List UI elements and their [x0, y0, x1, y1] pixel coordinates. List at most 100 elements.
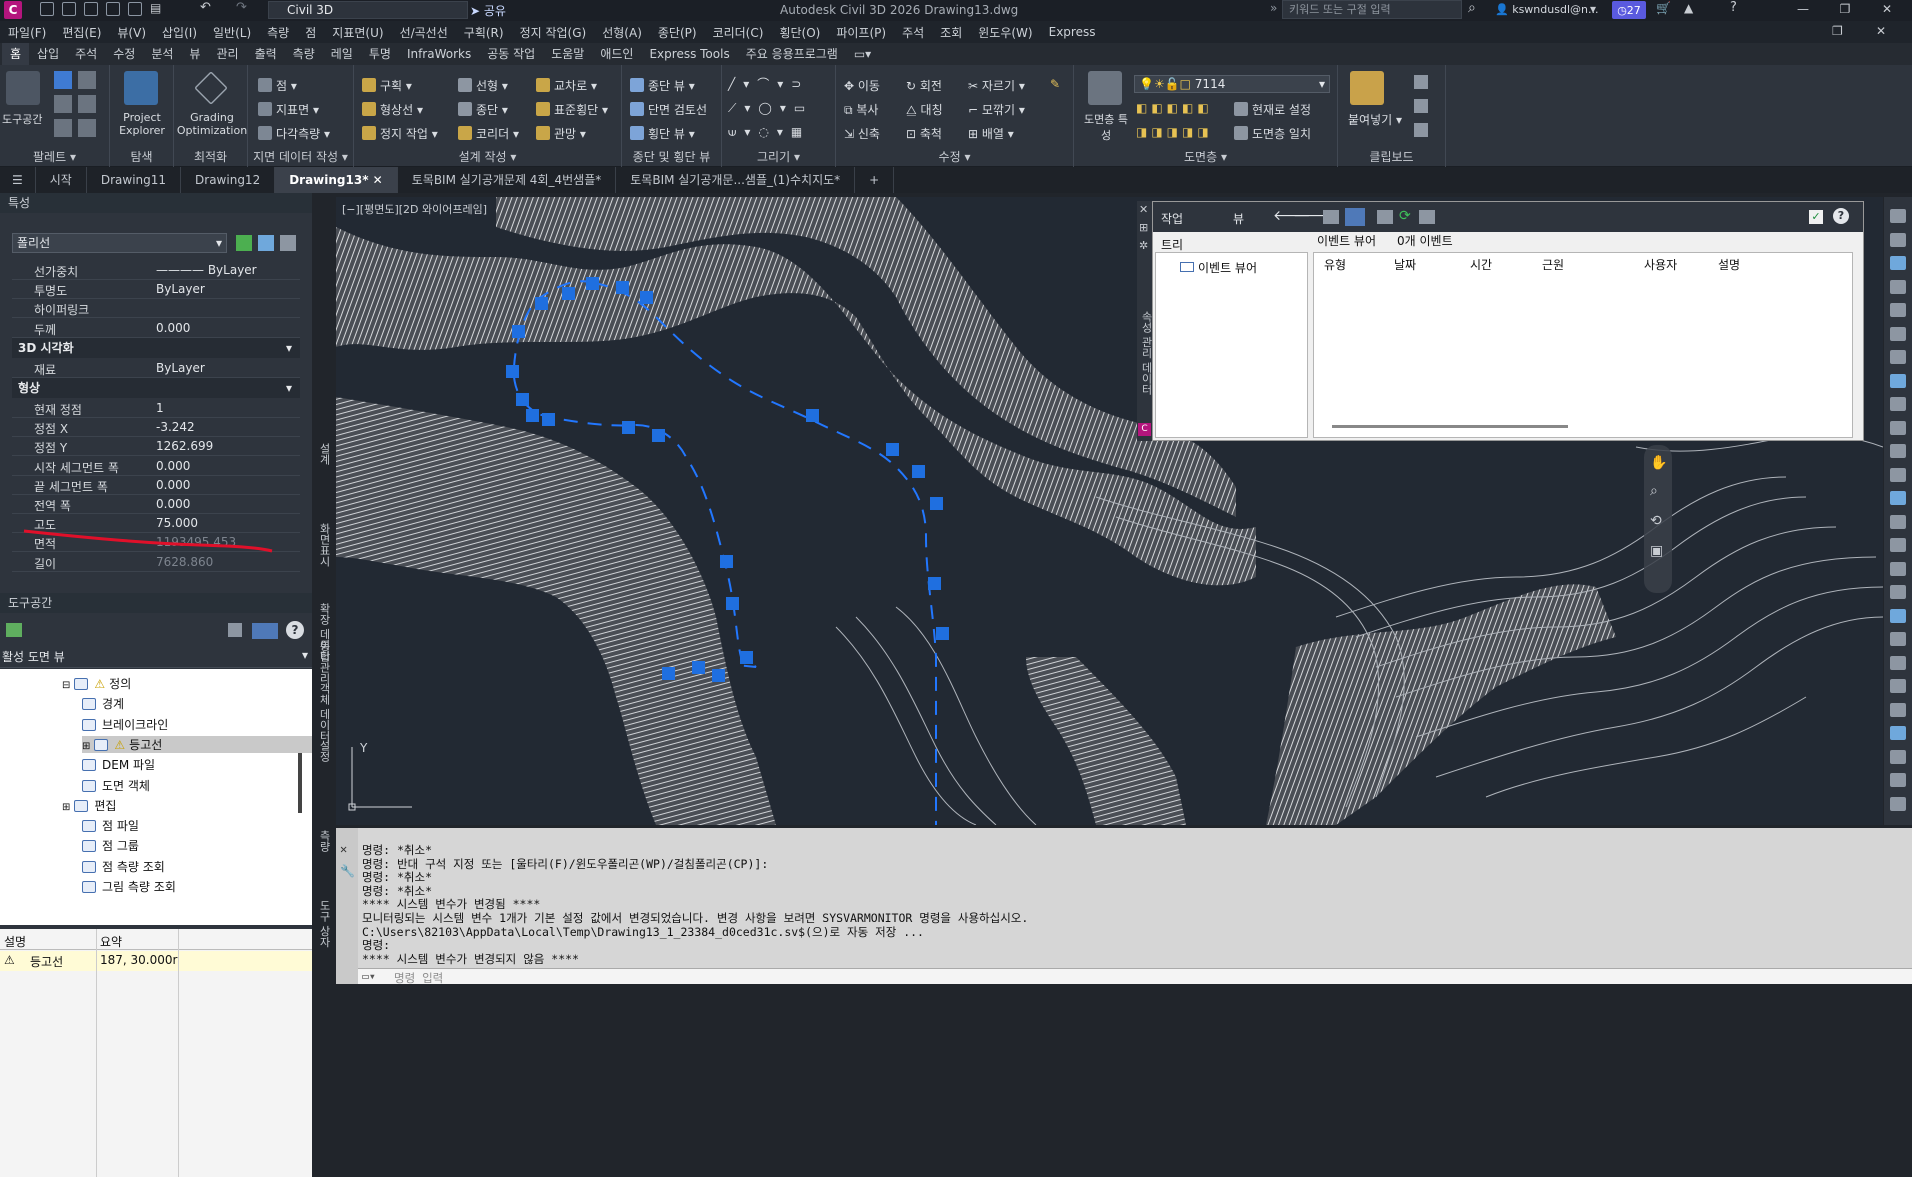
help-icon[interactable]: ?: [1730, 0, 1737, 15]
side-tab[interactable]: 설정: [314, 740, 332, 762]
toolbar-tool-icon[interactable]: [1890, 444, 1906, 458]
menu-item[interactable]: 조회: [940, 24, 962, 41]
menu-item[interactable]: 코리더(C): [713, 24, 764, 41]
expand-icon[interactable]: ⊞: [82, 741, 90, 752]
show-tree-icon[interactable]: [1345, 208, 1365, 226]
side-tab[interactable]: 통합관리: [314, 640, 332, 684]
toolbar-tool-icon[interactable]: [1890, 279, 1906, 294]
event-column-header[interactable]: 근원: [1542, 256, 1564, 273]
property-row[interactable]: 정점 X -3.242: [12, 418, 300, 438]
ribbon-tab[interactable]: 뷰: [181, 43, 208, 65]
search-icon[interactable]: ⌕: [1468, 0, 1476, 16]
minimize-icon[interactable]: —: [1790, 1, 1816, 19]
menu-item[interactable]: 편집(E): [62, 24, 101, 41]
scale-button[interactable]: ⊡ 축척: [906, 125, 942, 142]
event-list-scrollbar[interactable]: [1332, 425, 1568, 428]
save-icon[interactable]: [84, 2, 98, 16]
copy-button[interactable]: ⧉ 복사: [844, 101, 878, 118]
viewport-controls[interactable]: [−][평면도][2D 와이어프레임]: [342, 201, 487, 217]
layer-tools-row2[interactable]: ◨◨◨◨◨: [1136, 125, 1213, 139]
menu-item[interactable]: 정지 작업(G): [520, 24, 587, 41]
mirror-button[interactable]: ⧋ 대칭: [906, 101, 943, 118]
profile-view-button[interactable]: 종단 뷰 ▾: [630, 77, 695, 94]
property-row[interactable]: 끝 세그먼트 폭 0.000: [12, 476, 300, 495]
doc-tab[interactable]: Drawing13* ✕: [275, 167, 398, 193]
ribbon-tab[interactable]: Express Tools: [641, 43, 737, 65]
menu-item[interactable]: 뷰(V): [117, 24, 146, 41]
search-input[interactable]: 키워드 또는 구절 입력: [1282, 0, 1462, 19]
tree-node[interactable]: 점 측량 조회: [82, 858, 165, 875]
toolbar-tool-icon[interactable]: [1890, 303, 1906, 317]
doc-tab[interactable]: Drawing11: [87, 167, 182, 193]
multi-survey-button[interactable]: 다각측량 ▾: [258, 125, 330, 142]
toolbar-tool-icon[interactable]: [1890, 749, 1906, 764]
trim-button[interactable]: ✂ 자르기 ▾: [968, 77, 1025, 94]
restore-icon[interactable]: ❐: [1832, 1, 1858, 19]
grading-button[interactable]: 정지 작업 ▾: [362, 125, 438, 142]
project-explorer-button[interactable]: Project Explorer: [112, 111, 172, 137]
point-button[interactable]: 점 ▾: [258, 77, 297, 94]
move-button[interactable]: ✥ 이동: [844, 77, 880, 94]
cart-icon[interactable]: 🛒: [1656, 1, 1671, 15]
toolbar-tool-icon[interactable]: [1890, 350, 1906, 364]
event-column-header[interactable]: 유형: [1324, 256, 1346, 273]
toolbar-tool-icon[interactable]: [1890, 608, 1906, 623]
ribbon-tab[interactable]: InfraWorks: [399, 43, 479, 65]
menu-item[interactable]: 측량: [267, 24, 289, 41]
ribbon-tab[interactable]: 분석: [143, 43, 181, 65]
side-tab[interactable]: 설계: [314, 443, 332, 465]
event-column-header[interactable]: 사용자: [1644, 256, 1677, 273]
menu-item[interactable]: 종단(P): [658, 24, 697, 41]
autodesk-a360-icon[interactable]: ▲: [1684, 1, 1693, 15]
doc-tab[interactable]: Drawing12: [181, 167, 276, 193]
ribbon-tab[interactable]: 주석: [67, 43, 105, 65]
menu-item[interactable]: 점: [305, 24, 316, 41]
help-icon[interactable]: ?: [286, 621, 304, 639]
close-icon[interactable]: ✕: [340, 842, 347, 856]
fillet-button[interactable]: ⌐ 모깎기 ▾: [968, 101, 1025, 118]
property-row[interactable]: 재료 ByLayer: [12, 359, 300, 378]
menu-item[interactable]: 지표면(U): [332, 24, 383, 41]
ribbon-tab[interactable]: 삽입: [29, 43, 67, 65]
tool-palette-icon[interactable]: [78, 95, 96, 113]
property-row[interactable]: 하이퍼링크: [12, 299, 300, 319]
toolbar-tool-icon[interactable]: [1890, 538, 1906, 552]
sheet-set-icon[interactable]: [78, 119, 96, 137]
autohide-icon[interactable]: ⊞: [1139, 221, 1148, 234]
undo-icon[interactable]: ↶: [200, 0, 211, 15]
stretch-button[interactable]: ⇲ 신축: [844, 125, 880, 142]
alignment-button[interactable]: 선형 ▾: [458, 77, 508, 94]
expand-icon[interactable]: ⊞: [62, 802, 70, 813]
redo-icon[interactable]: ↷: [236, 0, 247, 15]
notifications-badge[interactable]: ◷ 27: [1612, 1, 1646, 19]
side-tab[interactable]: 화면표시: [314, 523, 332, 567]
event-column-header[interactable]: 설명: [1718, 256, 1740, 273]
menu-item[interactable]: Express: [1049, 25, 1096, 39]
close-icon[interactable]: ✕: [369, 173, 383, 187]
rotate-button[interactable]: ↻ 회전: [906, 77, 942, 94]
ribbon-tab[interactable]: 투명: [361, 43, 399, 65]
user-dropdown-icon[interactable]: ▾: [1590, 2, 1596, 16]
erase-icon[interactable]: ✎: [1050, 77, 1060, 91]
settings-icon[interactable]: [78, 71, 96, 89]
ribbon-tab[interactable]: 관리: [208, 43, 246, 65]
file-tab-menu-icon[interactable]: ☰: [0, 167, 36, 193]
menu-item[interactable]: 주석: [902, 24, 924, 41]
menu-item[interactable]: 구획(R): [464, 24, 504, 41]
toolspace-view-icon[interactable]: [252, 623, 278, 639]
doc-tab[interactable]: 토목BIM 실기공개문...샘플_(1)수치지도*: [616, 167, 856, 193]
properties-icon[interactable]: [54, 71, 72, 89]
cut-icon[interactable]: [1414, 75, 1428, 89]
toolbar-tool-icon[interactable]: [1890, 256, 1906, 270]
doc-close-icon[interactable]: ✕: [1876, 24, 1886, 38]
doc-tab[interactable]: 시작: [36, 167, 87, 193]
project-explorer-icon[interactable]: [124, 71, 158, 105]
print-icon[interactable]: [128, 2, 142, 16]
command-window-handle[interactable]: ✕ 🔧: [336, 828, 358, 984]
menu-item[interactable]: 선형(A): [602, 24, 642, 41]
help-icon[interactable]: ?: [1833, 208, 1849, 224]
design-center-icon[interactable]: [54, 95, 72, 113]
expand-icon[interactable]: ⊟: [62, 680, 70, 691]
tree-node[interactable]: DEM 파일: [82, 756, 155, 773]
toolbar-tool-icon[interactable]: [1890, 397, 1906, 411]
